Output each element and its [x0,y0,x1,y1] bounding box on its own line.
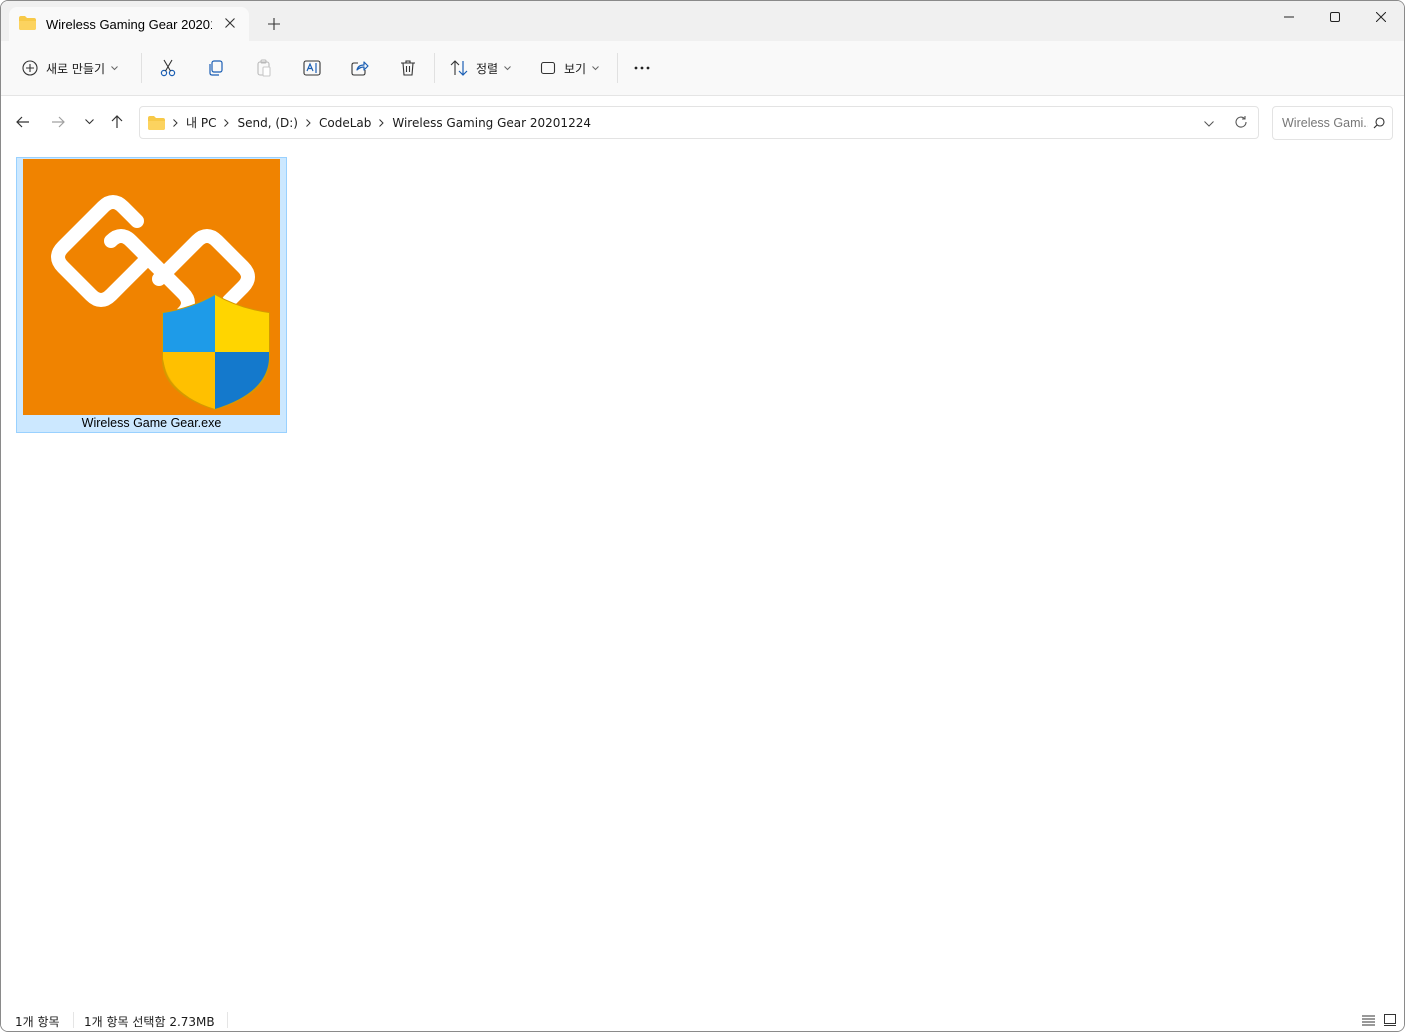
search-placeholder: Wireless Gami... [1282,116,1368,130]
sort-icon [450,59,468,77]
cut-icon [159,59,177,77]
chevron-down-icon[interactable] [1204,116,1214,130]
delete-button[interactable] [399,55,417,81]
navigation-bar: 내 PC Send, (D:) CodeLab Wireless Gaming … [1,96,1404,148]
large-icons-view-icon[interactable] [1383,1013,1397,1027]
selection-info: 1개 항목 선택함 2.73MB [84,1015,215,1029]
file-view[interactable]: Wireless Game Gear.exe [1,148,1404,1005]
chevron-right-icon [173,118,178,127]
toolbar-divider [434,53,435,83]
delete-icon [399,59,417,77]
up-arrow-icon[interactable] [108,113,126,131]
chevron-down-icon [111,65,118,71]
window-controls [1266,1,1404,33]
minimize-icon[interactable] [1266,1,1312,33]
new-button[interactable]: 새로 만들기 [22,55,118,81]
new-label: 새로 만들기 [46,61,106,76]
address-bar[interactable]: 내 PC Send, (D:) CodeLab Wireless Gaming … [139,106,1259,139]
sort-button[interactable]: 정렬 [450,55,511,81]
status-divider [73,1012,74,1028]
paste-button[interactable] [255,55,273,81]
breadcrumb-item[interactable]: Send, (D:) [237,116,298,130]
refresh-icon[interactable] [1234,115,1248,132]
close-icon[interactable] [223,16,237,30]
breadcrumb-item[interactable]: Wireless Gaming Gear 20201224 [392,116,591,130]
copy-button[interactable] [207,55,225,81]
folder-icon [19,15,46,33]
command-bar: 새로 만들기 정렬 보기 [1,41,1404,96]
search-input[interactable]: Wireless Gami... [1272,106,1393,140]
folder-icon [148,115,165,130]
chevron-right-icon [224,118,230,127]
copy-icon [207,59,225,77]
plus-icon[interactable] [265,15,283,33]
more-button[interactable] [633,55,651,81]
uac-shield-icon [162,293,270,411]
maximize-icon[interactable] [1312,1,1358,33]
item-count: 1개 항목 [15,1015,60,1029]
cut-button[interactable] [159,55,177,81]
share-button[interactable] [351,55,369,81]
paste-icon [255,59,273,77]
search-icon [1373,117,1385,132]
file-name: Wireless Game Gear.exe [81,416,222,430]
more-icon [633,65,651,71]
app-logo-icon [51,195,270,411]
file-item[interactable]: Wireless Game Gear.exe [16,157,287,433]
title-bar: Wireless Gaming Gear 20201224 [1,1,1404,41]
explorer-window: Wireless Gaming Gear 20201224 새로 [0,0,1405,1032]
status-divider [227,1012,228,1028]
chevron-right-icon [379,118,385,127]
breadcrumb-item[interactable]: CodeLab [319,116,371,130]
status-bar: 1개 항목 1개 항목 선택함 2.73MB [1,1005,1404,1031]
view-icon [540,60,556,76]
tab-title: Wireless Gaming Gear 20201224 [46,16,212,32]
chevron-down-icon [592,65,599,71]
view-button[interactable]: 보기 [540,55,599,81]
close-icon[interactable] [1358,1,1404,33]
share-icon [351,59,369,77]
toolbar-divider [617,53,618,83]
recent-dropdown-icon[interactable] [80,113,98,131]
forward-arrow-icon[interactable] [49,113,67,131]
breadcrumb-item[interactable]: 내 PC [186,114,216,131]
rename-button[interactable] [303,55,321,81]
view-label: 보기 [564,61,587,76]
rename-icon [303,59,321,77]
file-thumbnail [23,159,280,415]
back-arrow-icon[interactable] [14,113,32,131]
chevron-down-icon [504,65,511,71]
sort-label: 정렬 [476,61,499,76]
tab-active[interactable]: Wireless Gaming Gear 20201224 [9,7,249,41]
toolbar-divider [141,53,142,83]
chevron-right-icon [306,118,311,127]
plus-circle-icon [22,60,38,76]
details-view-icon[interactable] [1361,1013,1375,1027]
